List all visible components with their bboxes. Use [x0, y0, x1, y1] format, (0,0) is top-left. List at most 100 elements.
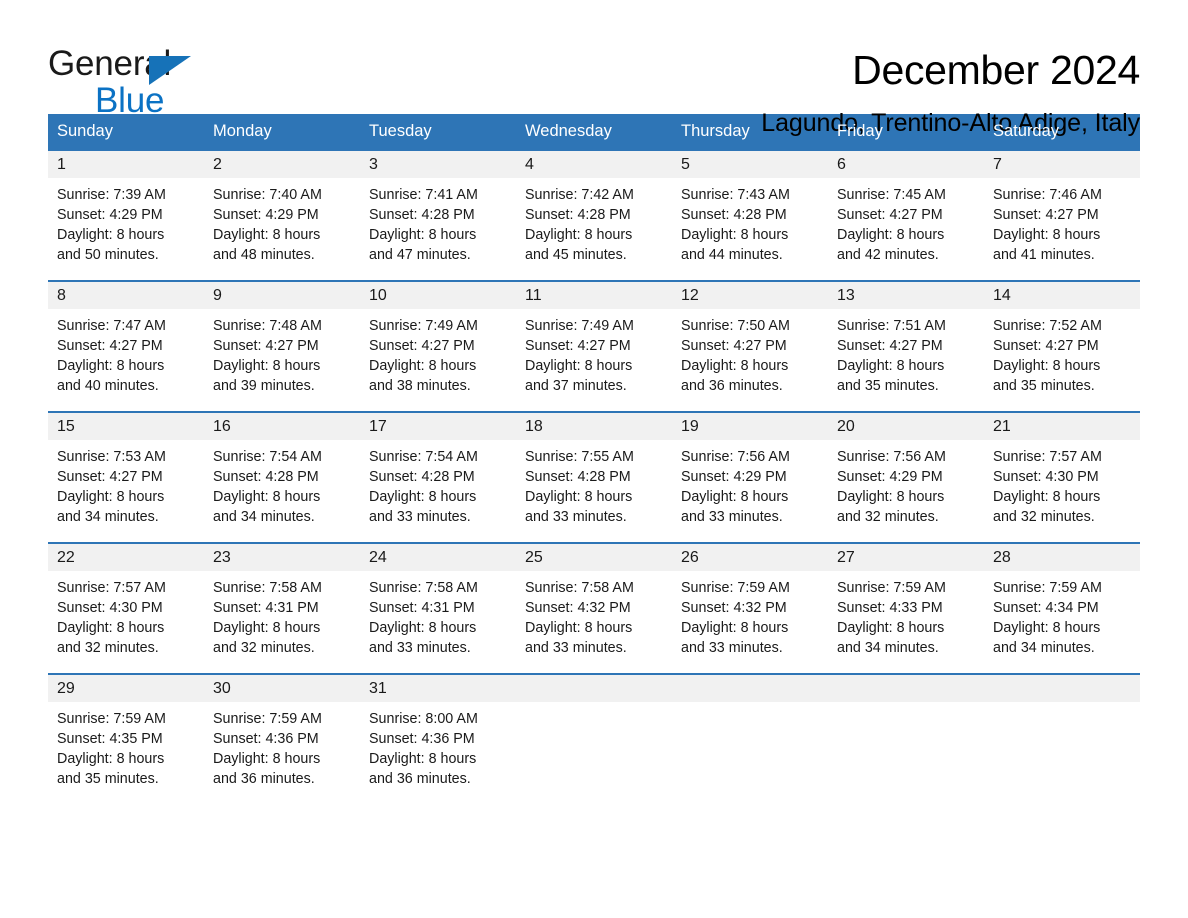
day-sun-info: Sunrise: 7:54 AM Sunset: 4:28 PM Daylight:… — [204, 440, 360, 528]
daylight-text-line1: Daylight: 8 hours — [681, 620, 789, 637]
calendar-day-cell[interactable]: 8 Sunrise: 7:47 AM Sunset: 4:27 PM Daylight… — [48, 281, 204, 398]
daylight-text-line1: Daylight: 8 hours — [525, 358, 633, 375]
calendar-day-cell[interactable]: 30 Sunrise: 7:59 AM Sunset: 4:36 PM Dayligh… — [204, 674, 360, 791]
calendar-day-cell[interactable]: 16 Sunrise: 7:54 AM Sunset: 4:28 PM Dayligh… — [204, 412, 360, 529]
calendar-day-cell[interactable]: 24 Sunrise: 7:58 AM Sunset: 4:31 PM Dayligh… — [360, 543, 516, 660]
calendar-day-cell[interactable]: 2 Sunrise: 7:40 AM Sunset: 4:29 PM Daylight… — [204, 150, 360, 267]
calendar-day-cell[interactable]: 19 Sunrise: 7:56 AM Sunset: 4:29 PM Dayligh… — [672, 412, 828, 529]
calendar-day-cell[interactable]: 11 Sunrise: 7:49 AM Sunset: 4:27 PM Dayligh… — [516, 281, 672, 398]
calendar-day-cell[interactable]: 29 Sunrise: 7:59 AM Sunset: 4:35 PM Dayligh… — [48, 674, 204, 791]
daylight-text-line2: and 35 minutes. — [57, 771, 159, 788]
calendar-day-cell[interactable]: 18 Sunrise: 7:55 AM Sunset: 4:28 PM Dayligh… — [516, 412, 672, 529]
weekday-header-monday: Monday — [213, 122, 272, 140]
daylight-text-line1: Daylight: 8 hours — [993, 620, 1101, 637]
calendar-day-cell[interactable]: 15 Sunrise: 7:53 AM Sunset: 4:27 PM Dayligh… — [48, 412, 204, 529]
calendar-day-cell[interactable]: 12 Sunrise: 7:50 AM Sunset: 4:27 PM Dayligh… — [672, 281, 828, 398]
sunset-text: Sunset: 4:27 PM — [213, 338, 319, 354]
daylight-text-line2: and 34 minutes. — [213, 509, 315, 526]
day-number: 5 — [672, 150, 828, 178]
daylight-text-line1: Daylight: 8 hours — [369, 489, 477, 506]
calendar-day-cell[interactable]: 23 Sunrise: 7:58 AM Sunset: 4:31 PM Dayligh… — [204, 543, 360, 660]
day-sun-info: Sunrise: 7:41 AM Sunset: 4:28 PM Daylight:… — [360, 178, 516, 266]
daylight-text-line2: and 41 minutes. — [993, 247, 1095, 264]
daylight-text-line2: and 47 minutes. — [369, 247, 471, 264]
daylight-text-line2: and 50 minutes. — [57, 247, 159, 264]
sunrise-text: Sunrise: 7:42 AM — [525, 186, 634, 203]
sunset-text: Sunset: 4:28 PM — [525, 469, 631, 485]
sunset-text: Sunset: 4:27 PM — [681, 338, 787, 354]
calendar-day-cell[interactable]: 1 Sunrise: 7:39 AM Sunset: 4:29 PM Daylight… — [48, 150, 204, 267]
daylight-text-line2: and 33 minutes. — [525, 640, 627, 657]
sunrise-text: Sunrise: 7:58 AM — [213, 579, 322, 596]
sunset-text: Sunset: 4:32 PM — [525, 600, 631, 616]
sunrise-text: Sunrise: 7:56 AM — [681, 448, 790, 465]
daylight-text-line1: Daylight: 8 hours — [681, 358, 789, 375]
day-sun-info: Sunrise: 8:00 AM Sunset: 4:36 PM Daylight:… — [360, 702, 516, 790]
daylight-text-line1: Daylight: 8 hours — [525, 489, 633, 506]
calendar-week-row: 15 Sunrise: 7:53 AM Sunset: 4:27 PM Dayligh… — [48, 410, 1140, 529]
daylight-text-line2: and 34 minutes. — [837, 640, 939, 657]
calendar-day-cell[interactable]: 3 Sunrise: 7:41 AM Sunset: 4:28 PM Daylight… — [360, 150, 516, 267]
calendar-day-cell[interactable]: 14 Sunrise: 7:52 AM Sunset: 4:27 PM Dayligh… — [984, 281, 1140, 398]
calendar-grid: Sunday Monday Tuesday Wednesday Thursday… — [48, 114, 1140, 791]
calendar-day-cell[interactable]: 27 Sunrise: 7:59 AM Sunset: 4:33 PM Dayligh… — [828, 543, 984, 660]
calendar-day-cell[interactable]: 22 Sunrise: 7:57 AM Sunset: 4:30 PM Dayligh… — [48, 543, 204, 660]
daylight-text-line1: Daylight: 8 hours — [213, 227, 321, 244]
calendar-day-cell-empty — [672, 674, 828, 791]
calendar-day-cell[interactable]: 26 Sunrise: 7:59 AM Sunset: 4:32 PM Dayligh… — [672, 543, 828, 660]
daylight-text-line1: Daylight: 8 hours — [57, 751, 165, 768]
calendar-day-cell[interactable]: 4 Sunrise: 7:42 AM Sunset: 4:28 PM Daylight… — [516, 150, 672, 267]
page-header: General Blue December 2024 Lagundo, Tren… — [48, 0, 1140, 137]
calendar-day-cell[interactable]: 28 Sunrise: 7:59 AM Sunset: 4:34 PM Dayligh… — [984, 543, 1140, 660]
calendar-week-row: 29 Sunrise: 7:59 AM Sunset: 4:35 PM Dayligh… — [48, 672, 1140, 791]
calendar-day-cell[interactable]: 7 Sunrise: 7:46 AM Sunset: 4:27 PM Daylight… — [984, 150, 1140, 267]
calendar-day-cell[interactable]: 6 Sunrise: 7:45 AM Sunset: 4:27 PM Daylight… — [828, 150, 984, 267]
calendar-day-cell[interactable]: 10 Sunrise: 7:49 AM Sunset: 4:27 PM Dayligh… — [360, 281, 516, 398]
day-sun-info: Sunrise: 7:58 AM Sunset: 4:31 PM Daylight:… — [360, 571, 516, 659]
sunset-text: Sunset: 4:28 PM — [213, 469, 319, 485]
daylight-text-line1: Daylight: 8 hours — [681, 227, 789, 244]
calendar-day-cell[interactable]: 17 Sunrise: 7:54 AM Sunset: 4:28 PM Dayligh… — [360, 412, 516, 529]
daylight-text-line1: Daylight: 8 hours — [213, 358, 321, 375]
calendar-day-cell[interactable]: 31 Sunrise: 8:00 AM Sunset: 4:36 PM Dayligh… — [360, 674, 516, 791]
daylight-text-line2: and 37 minutes. — [525, 378, 627, 395]
sunrise-text: Sunrise: 7:39 AM — [57, 186, 166, 203]
sunrise-text: Sunrise: 7:59 AM — [837, 579, 946, 596]
sunset-text: Sunset: 4:27 PM — [525, 338, 631, 354]
calendar-day-cell-empty — [516, 674, 672, 791]
calendar-weeks: 1 Sunrise: 7:39 AM Sunset: 4:29 PM Daylight… — [48, 150, 1140, 791]
day-number: 1 — [48, 150, 204, 178]
day-number: 7 — [984, 150, 1140, 178]
day-number: 2 — [204, 150, 360, 178]
day-sun-info: Sunrise: 7:48 AM Sunset: 4:27 PM Daylight:… — [204, 309, 360, 397]
sunrise-text: Sunrise: 7:59 AM — [57, 710, 166, 727]
generalblue-logo: General Blue — [48, 46, 248, 118]
day-sun-info: Sunrise: 7:51 AM Sunset: 4:27 PM Daylight:… — [828, 309, 984, 397]
sunset-text: Sunset: 4:36 PM — [213, 731, 319, 747]
calendar-day-cell-empty — [828, 674, 984, 791]
sunrise-text: Sunrise: 7:59 AM — [681, 579, 790, 596]
sunrise-text: Sunrise: 7:58 AM — [369, 579, 478, 596]
daylight-text-line1: Daylight: 8 hours — [369, 751, 477, 768]
calendar-day-cell[interactable]: 5 Sunrise: 7:43 AM Sunset: 4:28 PM Daylight… — [672, 150, 828, 267]
sunrise-text: Sunrise: 7:55 AM — [525, 448, 634, 465]
sunrise-text: Sunrise: 7:59 AM — [213, 710, 322, 727]
day-sun-info: Sunrise: 7:56 AM Sunset: 4:29 PM Daylight:… — [672, 440, 828, 528]
day-sun-info: Sunrise: 7:59 AM Sunset: 4:34 PM Daylight:… — [984, 571, 1140, 659]
calendar-day-cell[interactable]: 20 Sunrise: 7:56 AM Sunset: 4:29 PM Dayligh… — [828, 412, 984, 529]
day-number — [516, 674, 672, 702]
daylight-text-line1: Daylight: 8 hours — [369, 358, 477, 375]
sunrise-text: Sunrise: 7:46 AM — [993, 186, 1102, 203]
calendar-day-cell[interactable]: 25 Sunrise: 7:58 AM Sunset: 4:32 PM Dayligh… — [516, 543, 672, 660]
sunrise-text: Sunrise: 7:54 AM — [213, 448, 322, 465]
daylight-text-line2: and 34 minutes. — [57, 509, 159, 526]
sunrise-text: Sunrise: 7:49 AM — [369, 317, 478, 334]
weekday-header-friday: Friday — [837, 122, 883, 140]
sunrise-text: Sunrise: 7:48 AM — [213, 317, 322, 334]
calendar-week-row: 8 Sunrise: 7:47 AM Sunset: 4:27 PM Daylight… — [48, 279, 1140, 398]
calendar-day-cell[interactable]: 13 Sunrise: 7:51 AM Sunset: 4:27 PM Dayligh… — [828, 281, 984, 398]
day-number: 30 — [204, 674, 360, 702]
calendar-day-cell[interactable]: 9 Sunrise: 7:48 AM Sunset: 4:27 PM Daylight… — [204, 281, 360, 398]
calendar-day-cell[interactable]: 21 Sunrise: 7:57 AM Sunset: 4:30 PM Dayligh… — [984, 412, 1140, 529]
day-number: 10 — [360, 281, 516, 309]
